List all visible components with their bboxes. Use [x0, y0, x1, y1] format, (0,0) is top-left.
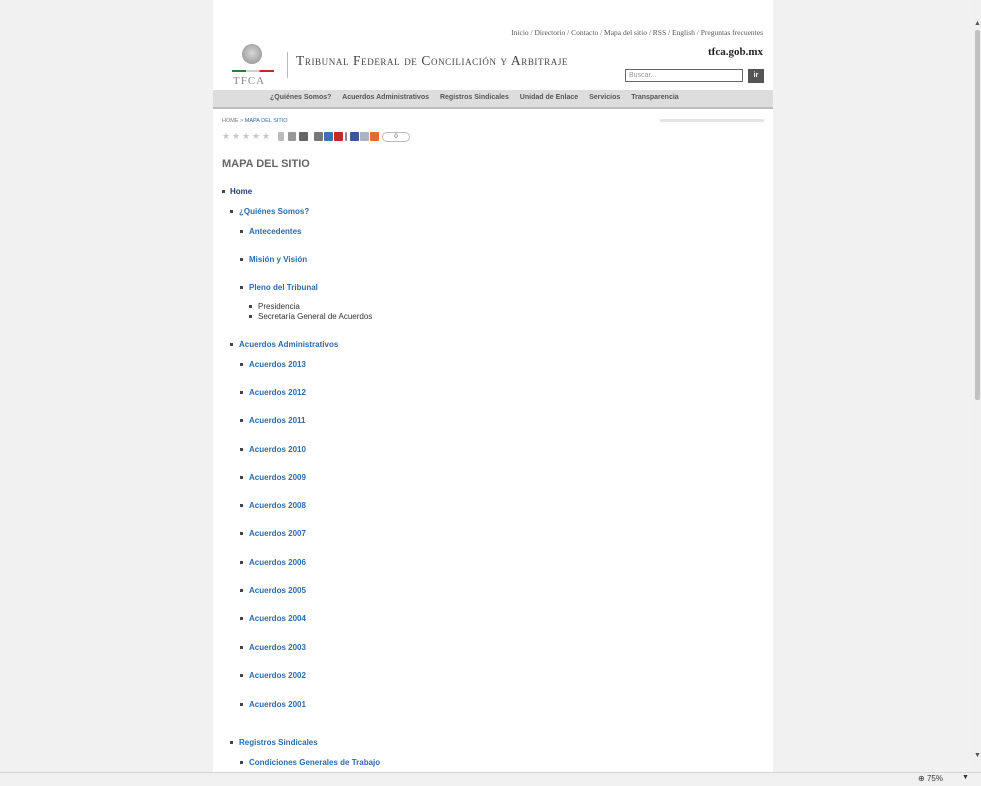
zoom-dropdown-icon[interactable]: ▼: [962, 774, 969, 781]
bullet: [240, 258, 243, 261]
text-large-icon[interactable]: [299, 132, 308, 141]
bullet: [240, 230, 243, 233]
nav-acuerdos-administrativos[interactable]: Acuerdos Administrativos: [342, 94, 429, 101]
search-button[interactable]: ir: [748, 69, 764, 83]
bullet: [240, 532, 243, 535]
nav-quienes-somos[interactable]: ¿Quiénes Somos?: [270, 94, 331, 101]
text-small-icon[interactable]: [278, 132, 284, 141]
browser-viewport: [0, 0, 974, 772]
share-counter: 0: [382, 132, 410, 142]
header-divider: [287, 52, 288, 78]
bullet: [230, 343, 233, 346]
flag-stripe: [232, 70, 274, 72]
bullet: [240, 419, 243, 422]
top-links[interactable]: Inicio / Directorio / Contacto / Mapa de…: [213, 28, 763, 37]
sitemap-quienes-somos-link[interactable]: ¿Quiénes Somos?: [239, 207, 309, 216]
site-title: Tribunal Federal de Conciliación y Arbit…: [296, 53, 569, 68]
sitemap-acuerdos-2011-link[interactable]: Acuerdos 2011: [249, 416, 305, 425]
sitemap-acuerdos-2002-link[interactable]: Acuerdos 2002: [249, 671, 306, 680]
addthis-icon[interactable]: [370, 132, 379, 141]
breadcrumb-current[interactable]: MAPA DEL SITIO: [245, 118, 288, 124]
bullet: [240, 617, 243, 620]
text-medium-icon[interactable]: [288, 132, 296, 141]
zoom-value: 75%: [926, 774, 943, 783]
sitemap-acuerdos-2009-link[interactable]: Acuerdos 2009: [249, 473, 306, 482]
zoom-level[interactable]: ⊕ 75%: [918, 774, 943, 783]
sitemap-mision-vision-link[interactable]: Misión y Visión: [249, 255, 307, 264]
sitemap-acuerdos-2005-link[interactable]: Acuerdos 2005: [249, 586, 306, 595]
bullet: [240, 646, 243, 649]
bullet: [240, 448, 243, 451]
tfca-logo[interactable]: TFCA: [230, 44, 276, 87]
coat-of-arms-icon: [242, 44, 262, 64]
logo-text: TFCA: [233, 75, 266, 87]
sitemap-acuerdos-2012-link[interactable]: Acuerdos 2012: [249, 388, 306, 397]
bullet: [240, 674, 243, 677]
sidebar-placeholder: [660, 119, 764, 122]
rating-star-icon[interactable]: ★: [232, 131, 240, 141]
bullet: [222, 190, 225, 193]
toolbar-separator: [345, 132, 347, 141]
breadcrumb: HOME > MAPA DEL SITIO: [222, 118, 288, 124]
bullet: [230, 741, 233, 744]
status-bar: ⊕ 75% ▼: [0, 772, 981, 786]
sitemap-antecedentes-link[interactable]: Antecedentes: [249, 227, 301, 236]
twitter-icon[interactable]: [324, 132, 333, 141]
zoom-icon: ⊕: [918, 774, 925, 783]
bullet: [249, 315, 252, 318]
site-domain: tfca.gob.mx: [708, 46, 763, 58]
bullet: [240, 504, 243, 507]
rating-star-icon[interactable]: ★: [262, 131, 270, 141]
scroll-down-icon[interactable]: ▼: [974, 752, 981, 759]
sitemap-presidencia: Presidencia: [258, 302, 300, 311]
share-toolbar: ★ ★ ★ ★ ★ 0: [222, 131, 452, 142]
sitemap-condiciones-link[interactable]: Condiciones Generales de Trabajo: [249, 758, 380, 767]
bullet: [240, 363, 243, 366]
sitemap-acuerdos-2003-link[interactable]: Acuerdos 2003: [249, 643, 306, 652]
nav-servicios[interactable]: Servicios: [589, 94, 620, 101]
rating-star-icon[interactable]: ★: [242, 131, 250, 141]
main-nav: ¿Quiénes Somos? Acuerdos Administrativos…: [213, 90, 773, 109]
search-input[interactable]: Buscar...: [625, 69, 743, 82]
nav-unidad-de-enlace[interactable]: Unidad de Enlace: [520, 94, 578, 101]
sitemap-acuerdos-2013-link[interactable]: Acuerdos 2013: [249, 360, 306, 369]
sitemap-acuerdos-2008-link[interactable]: Acuerdos 2008: [249, 501, 306, 510]
breadcrumb-home[interactable]: HOME: [222, 118, 239, 124]
scrollbar-thumb[interactable]: [975, 30, 980, 400]
sitemap-acuerdos-2007-link[interactable]: Acuerdos 2007: [249, 529, 306, 538]
facebook-icon[interactable]: [350, 132, 359, 141]
sitemap-acuerdos-2010-link[interactable]: Acuerdos 2010: [249, 445, 306, 454]
bullet: [249, 305, 252, 308]
bullet: [240, 761, 243, 764]
page-title: MAPA DEL SITIO: [222, 158, 310, 170]
email-icon[interactable]: [360, 132, 369, 141]
rating-star-icon[interactable]: ★: [222, 131, 230, 141]
page-container: [213, 0, 773, 772]
site-header: TFCA Tribunal Federal de Conciliación y …: [213, 42, 773, 89]
rating-star-icon[interactable]: ★: [252, 131, 260, 141]
bullet: [240, 476, 243, 479]
sitemap-registros-link[interactable]: Registros Sindicales: [239, 738, 318, 747]
bullet: [240, 589, 243, 592]
sitemap-acuerdos-2004-link[interactable]: Acuerdos 2004: [249, 614, 306, 623]
bullet: [240, 703, 243, 706]
sitemap-acuerdos-2001-link[interactable]: Acuerdos 2001: [249, 700, 306, 709]
sitemap-acuerdos-2006-link[interactable]: Acuerdos 2006: [249, 558, 306, 567]
scroll-up-icon[interactable]: ▲: [974, 20, 981, 27]
gmail-icon[interactable]: [334, 132, 343, 141]
sitemap-pleno-link[interactable]: Pleno del Tribunal: [249, 283, 318, 292]
bullet: [230, 210, 233, 213]
bullet: [240, 391, 243, 394]
bullet: [240, 561, 243, 564]
sitemap-secretaria: Secretaría General de Acuerdos: [258, 312, 373, 321]
print-icon[interactable]: [314, 132, 323, 141]
bullet: [240, 286, 243, 289]
nav-registros-sindicales[interactable]: Registros Sindicales: [440, 94, 509, 101]
sitemap-home-link[interactable]: Home: [230, 187, 252, 196]
sitemap-acuerdos-link[interactable]: Acuerdos Administrativos: [239, 340, 338, 349]
nav-transparencia[interactable]: Transparencia: [631, 94, 678, 101]
top-links-text[interactable]: Inicio / Directorio / Contacto / Mapa de…: [511, 28, 763, 37]
